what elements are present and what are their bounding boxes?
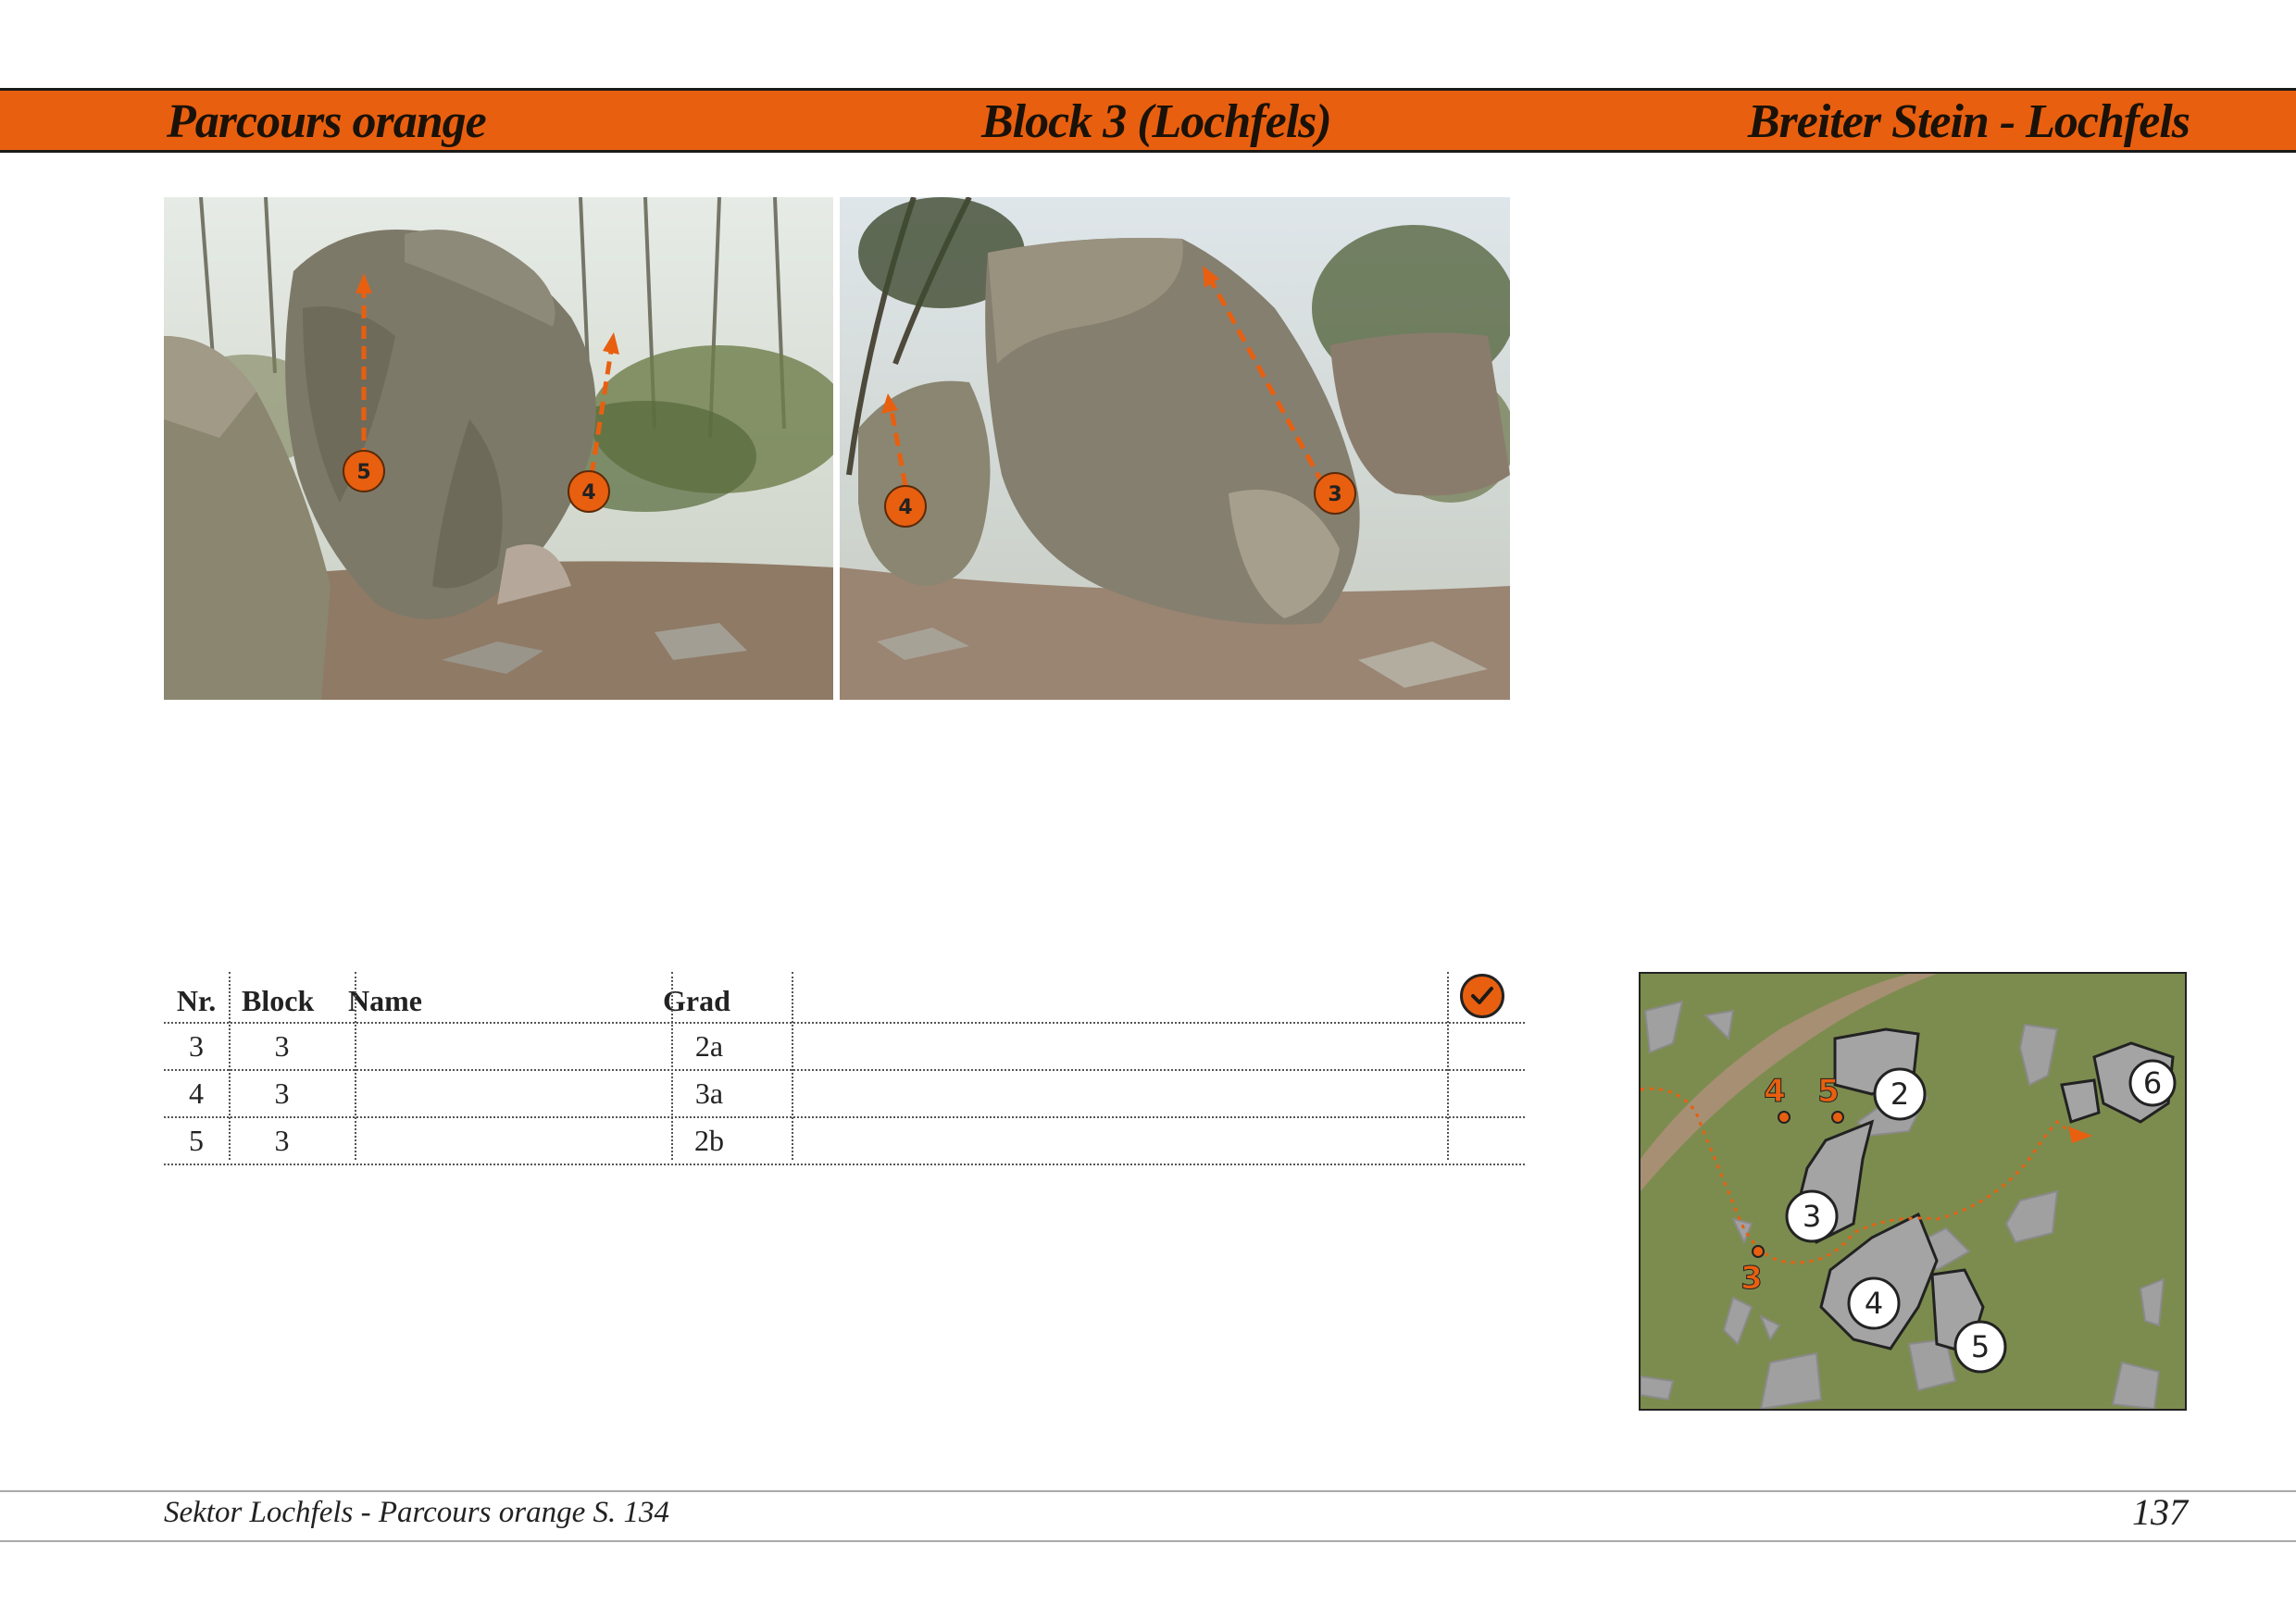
route-name — [335, 1024, 650, 1069]
column-divider — [792, 972, 793, 1160]
parcours-title: Parcours orange — [167, 95, 487, 148]
column-divider — [355, 972, 356, 1160]
route-check-cell[interactable] — [1447, 1071, 1525, 1116]
route-name — [335, 1118, 650, 1164]
route-5-label: 5 — [356, 461, 370, 484]
route-table: Nr. Block Name Grad 3 3 2a 4 3 3a 5 3 2b — [164, 972, 1525, 1165]
column-divider — [1447, 972, 1449, 1160]
area-title: Breiter Stein - Lochfels — [1747, 95, 2190, 148]
col-block-header: Block — [242, 984, 315, 1017]
map-block-2-label: 2 — [1890, 1077, 1909, 1112]
route-grad: 2a — [694, 1029, 724, 1063]
table-row: 3 3 2a — [164, 1024, 1525, 1071]
footer-rule-bottom — [0, 1540, 2296, 1542]
map-block-6-label: 6 — [2143, 1065, 2162, 1101]
sector-map: 4 5 3 2 3 4 5 6 — [1639, 972, 2187, 1411]
route-name — [335, 1071, 650, 1116]
page-number: 137 — [2132, 1491, 2188, 1533]
footer-rule-top — [0, 1490, 2296, 1492]
route-nr: 5 — [189, 1124, 204, 1157]
route-block: 3 — [274, 1077, 290, 1110]
boulder-photo-right: 4 3 — [840, 197, 1510, 700]
route-check-cell[interactable] — [1447, 1024, 1525, 1069]
footer-reference[interactable]: Sektor Lochfels - Parcours orange S. 134 — [164, 1496, 669, 1530]
map-block-3-label: 3 — [1803, 1199, 1821, 1234]
route-block: 3 — [274, 1124, 290, 1157]
route-3-label: 3 — [1328, 483, 1341, 506]
col-nr-header: Nr. — [176, 984, 217, 1017]
map-route-3-label: 3 — [1741, 1260, 1763, 1297]
table-header-row: Nr. Block Name Grad — [164, 972, 1525, 1024]
route-nr: 3 — [189, 1029, 204, 1063]
route-grad: 2b — [694, 1124, 724, 1157]
map-block-5-label: 5 — [1971, 1329, 1990, 1364]
column-divider — [671, 972, 673, 1160]
map-route-4-label: 4 — [1764, 1073, 1786, 1110]
header-band: Parcours orange Block 3 (Lochfels) Breit… — [0, 88, 2296, 153]
column-divider — [229, 972, 231, 1160]
checkmark-icon — [1460, 974, 1504, 1018]
map-block-4-label: 4 — [1865, 1286, 1883, 1321]
col-grad-header: Grad — [663, 984, 730, 1017]
route-4-label: 4 — [581, 481, 595, 504]
route-check-cell[interactable] — [1447, 1118, 1525, 1164]
route-grad: 3a — [694, 1077, 724, 1110]
route-4-label-right: 4 — [898, 496, 912, 519]
table-row: 4 3 3a — [164, 1071, 1525, 1118]
col-name-header: Name — [348, 984, 422, 1017]
route-block: 3 — [274, 1029, 290, 1063]
boulder-photo-left: 5 4 — [164, 197, 833, 700]
map-route-5-label: 5 — [1817, 1073, 1840, 1110]
route-nr: 4 — [189, 1077, 204, 1110]
block-title: Block 3 (Lochfels) — [981, 95, 1332, 148]
table-row: 5 3 2b — [164, 1118, 1525, 1165]
